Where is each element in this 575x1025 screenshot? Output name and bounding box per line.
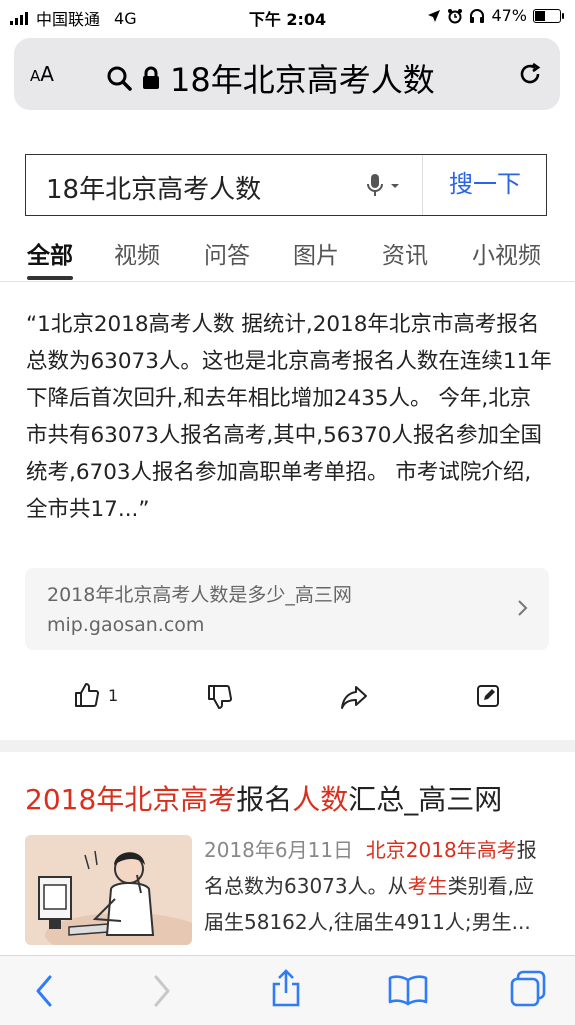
search-input[interactable]: 18年北京高考人数: [46, 169, 261, 206]
result-desc-highlight-2: 考生: [407, 874, 448, 898]
search-box: 18年北京高考人数 搜一下: [25, 154, 547, 216]
tab-short-video[interactable]: 小视频: [472, 236, 541, 270]
bookmarks-icon[interactable]: [388, 974, 428, 1006]
section-separator: [0, 740, 575, 752]
result-title-highlight-1: 2018年北京高考: [25, 783, 237, 816]
result-title-highlight-2: 人数: [292, 783, 349, 816]
result-title-text-1: 报名: [236, 783, 293, 816]
share-sheet-icon[interactable]: [270, 968, 302, 1008]
tab-qa[interactable]: 问答: [204, 236, 250, 270]
status-bar: 中国联通 4G 下午 2:04 47%: [0, 0, 575, 32]
lock-icon: [143, 66, 159, 89]
headphones-icon: [470, 8, 485, 23]
like-button[interactable]: 1: [74, 682, 118, 708]
search-button[interactable]: 搜一下: [423, 155, 547, 214]
edit-icon[interactable]: [476, 684, 500, 708]
search-icon: [107, 66, 132, 91]
url-text: 18年北京高考人数: [170, 61, 435, 99]
safari-toolbar: [0, 955, 575, 1025]
result-date: 2018年6月11日: [204, 838, 354, 862]
address-bar[interactable]: AA 18年北京高考人数: [14, 38, 560, 110]
status-right: 47%: [427, 6, 564, 25]
aa-small: A: [30, 67, 41, 85]
battery-percent: 47%: [491, 6, 527, 25]
alarm-icon: [448, 8, 463, 23]
tabs-divider: [0, 281, 575, 282]
category-tabs: 全部 视频 问答 图片 资讯 小视频: [0, 234, 575, 282]
reload-icon[interactable]: [516, 60, 544, 88]
tab-news[interactable]: 资讯: [382, 236, 428, 270]
answer-actions: 1: [0, 678, 575, 714]
battery-icon: [533, 8, 564, 23]
thumbs-down-icon[interactable]: [207, 684, 233, 710]
result-thumbnail[interactable]: [25, 835, 192, 945]
reader-aa-button[interactable]: AA: [30, 62, 54, 86]
chevron-right-icon: [518, 600, 528, 616]
forward-icon[interactable]: [152, 974, 172, 1008]
url-display[interactable]: 18年北京高考人数: [106, 55, 435, 101]
tab-all[interactable]: 全部: [27, 236, 73, 270]
tabs-icon[interactable]: [509, 970, 547, 1008]
location-icon: [428, 9, 441, 22]
share-icon[interactable]: [340, 684, 368, 710]
aa-large: A: [40, 62, 54, 86]
back-icon[interactable]: [34, 974, 54, 1008]
result-title-link[interactable]: 2018年北京高考报名人数汇总_高三网: [25, 778, 502, 818]
result-desc-highlight-1: 北京2018年高考: [365, 838, 517, 862]
result-description: 2018年6月11日 北京2018年高考报名总数为63073人。从考生类别看,应…: [204, 832, 549, 940]
microphone-icon[interactable]: [366, 172, 406, 200]
source-title: 2018年北京高考人数是多少_高三网: [47, 584, 352, 606]
answer-source-link[interactable]: 2018年北京高考人数是多少_高三网 mip.gaosan.com: [25, 568, 549, 650]
thumbs-up-icon: [75, 683, 100, 707]
tab-images[interactable]: 图片: [293, 236, 339, 270]
answer-snippet: “1北京2018高考人数 据统计,2018年北京市高考报名总数为63073人。这…: [26, 312, 552, 522]
tab-video[interactable]: 视频: [114, 236, 160, 270]
student-illustration: [25, 835, 192, 945]
result-title-text-2: 汇总_高三网: [348, 783, 503, 816]
source-url: mip.gaosan.com: [47, 614, 205, 636]
like-count: 1: [108, 685, 119, 705]
active-tab-indicator: [27, 276, 73, 280]
